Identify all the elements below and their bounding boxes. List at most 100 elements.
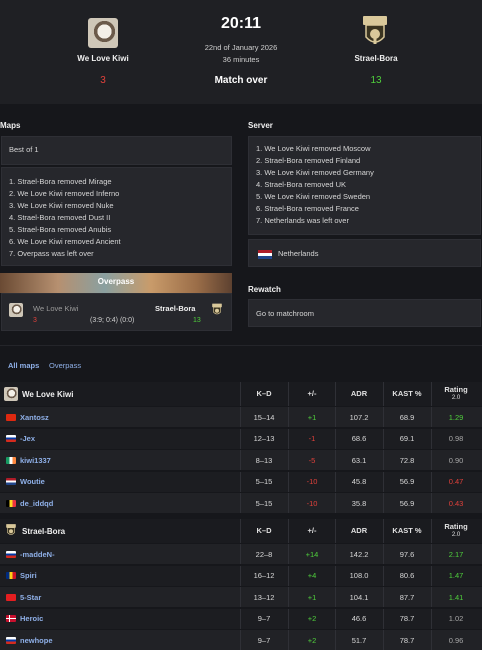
col-plusminus[interactable]: +/- <box>290 519 334 543</box>
map-team2-score: 13 <box>193 317 201 324</box>
col-kast[interactable]: KAST % <box>384 382 430 406</box>
team1-name[interactable]: We Love Kiwi <box>53 54 153 63</box>
player-adr: 142.2 <box>349 549 369 559</box>
player-rating: 0.96 <box>448 635 464 645</box>
team2-table-name[interactable]: Strael-Bora <box>22 519 65 543</box>
col-rating-label: Rating <box>444 385 468 394</box>
team1-score: 3 <box>100 75 106 86</box>
team2-mini-logo <box>212 303 222 315</box>
flag-icon <box>6 435 16 442</box>
netherlands-flag-icon <box>258 250 272 259</box>
player-kd: 8–13 <box>255 455 273 465</box>
col-rating[interactable]: Rating 2.0 <box>432 382 480 406</box>
server-veto-item: 7. Netherlands was left over <box>256 216 349 225</box>
player-adr: 104.1 <box>349 592 369 602</box>
col-plusminus[interactable]: +/- <box>290 382 334 406</box>
player-kast: 87.7 <box>399 592 415 602</box>
rewatch-title: Rewatch <box>248 285 281 294</box>
match-header: We Love Kiwi 3 20:11 22nd of January 202… <box>0 0 482 104</box>
tab-all-maps[interactable]: All maps <box>8 361 39 370</box>
map-team2-name: Strael-Bora <box>155 304 196 313</box>
match-date: 22nd of January 2026 <box>204 43 278 52</box>
player-row: Spiri 16–12 +4 108.0 80.6 1.47 <box>0 565 482 586</box>
player-row: -maddeN- 22–8 +14 142.2 97.6 2.17 <box>0 544 482 564</box>
player-rating: 1.02 <box>448 614 464 623</box>
flag-icon <box>6 499 16 507</box>
player-row: de_iddqd 5–15 -10 35.8 56.9 0.43 <box>0 493 482 513</box>
player-kd: 5–15 <box>255 477 273 486</box>
team1-mini-logo <box>9 303 23 317</box>
veto-item: 1. Strael-Bora removed Mirage <box>9 177 112 186</box>
divider <box>0 345 482 346</box>
player-kd: 9–7 <box>257 614 271 623</box>
tab-overpass[interactable]: Overpass <box>49 361 81 370</box>
player-name[interactable]: Heroic <box>20 609 43 629</box>
player-kd: 22–8 <box>255 549 273 559</box>
player-name[interactable]: Xantosz <box>20 407 49 427</box>
player-rating: 0.98 <box>448 434 464 443</box>
player-rating: 2.17 <box>448 549 464 559</box>
player-name[interactable]: Spiri <box>20 566 37 586</box>
maps-format: Best of 1 <box>9 145 39 154</box>
player-name[interactable]: de_iddqd <box>20 493 53 513</box>
player-plusminus: +1 <box>307 592 317 602</box>
maps-veto-panel: 1. Strael-Bora removed Mirage 2. We Love… <box>1 167 232 266</box>
col-adr[interactable]: ADR <box>336 382 382 406</box>
map-result-panel[interactable]: We Love Kiwi 3 Strael-Bora 13 (3:9; 0:4)… <box>1 293 232 331</box>
player-plusminus: -10 <box>306 477 318 486</box>
team2-logo[interactable] <box>360 15 390 49</box>
player-name[interactable]: 5-Star <box>20 587 41 607</box>
player-adr: 46.6 <box>351 614 367 623</box>
team2-table-logo <box>6 524 16 535</box>
match-time: 20:11 <box>220 15 262 32</box>
match-duration: 36 minutes <box>222 55 260 64</box>
server-veto-panel: 1. We Love Kiwi removed Moscow 2. Strael… <box>248 136 481 235</box>
player-kast: 97.6 <box>399 549 415 559</box>
col-kd[interactable]: K–D <box>242 382 286 406</box>
player-plusminus: +1 <box>307 412 317 422</box>
map-banner-overpass[interactable]: Overpass <box>0 273 232 293</box>
player-kast: 80.6 <box>399 571 415 580</box>
server-veto-list: 1. We Love Kiwi removed Moscow 2. Strael… <box>256 143 374 227</box>
veto-item: 7. Overpass was left over <box>9 249 94 258</box>
flag-icon <box>6 550 16 558</box>
veto-item: 5. Strael-Bora removed Anubis <box>9 225 112 234</box>
col-kd[interactable]: K–D <box>242 519 286 543</box>
player-row: kiwi1337 8–13 -5 63.1 72.8 0.90 <box>0 450 482 470</box>
player-row: newhope 9–7 +2 51.7 78.7 0.96 <box>0 630 482 650</box>
team2-score: 13 <box>370 75 382 86</box>
flag-icon <box>6 572 16 579</box>
player-kast: 78.7 <box>399 635 415 645</box>
player-plusminus: -10 <box>306 498 318 508</box>
map-banner-label: Overpass <box>97 277 135 286</box>
player-name[interactable]: -maddeN- <box>20 544 55 564</box>
col-rating[interactable]: Rating 2.0 <box>432 519 480 543</box>
server-title: Server <box>248 121 273 130</box>
player-name[interactable]: Woutie <box>20 472 45 492</box>
player-plusminus: +2 <box>307 635 317 645</box>
col-kast[interactable]: KAST % <box>384 519 430 543</box>
map-halves: (3:9; 0:4) (0:0) <box>90 317 135 324</box>
flag-icon <box>6 636 16 644</box>
col-rating-version: 2.0 <box>451 395 461 401</box>
player-kd: 15–14 <box>253 412 275 422</box>
match-status: Match over <box>214 75 268 86</box>
rewatch-panel[interactable]: Go to matchroom <box>248 299 481 327</box>
server-veto-item: 6. Strael-Bora removed France <box>256 204 359 213</box>
flag-icon <box>6 478 16 485</box>
team1-table-name[interactable]: We Love Kiwi <box>22 382 73 406</box>
player-kd: 12–13 <box>253 434 275 443</box>
veto-item: 3. We Love Kiwi removed Nuke <box>9 201 114 210</box>
team2-name[interactable]: Strael-Bora <box>326 54 426 63</box>
player-plusminus: -1 <box>308 434 316 443</box>
col-adr[interactable]: ADR <box>336 519 382 543</box>
matchroom-link[interactable]: Go to matchroom <box>256 308 314 320</box>
player-name[interactable]: -Jex <box>20 429 35 449</box>
server-location: Netherlands <box>278 249 319 258</box>
veto-item: 4. Strael-Bora removed Dust II <box>9 213 111 222</box>
player-name[interactable]: newhope <box>20 630 53 650</box>
player-plusminus: +14 <box>305 549 319 559</box>
team1-logo[interactable] <box>88 18 118 48</box>
flag-icon <box>6 456 16 464</box>
player-name[interactable]: kiwi1337 <box>20 450 51 470</box>
